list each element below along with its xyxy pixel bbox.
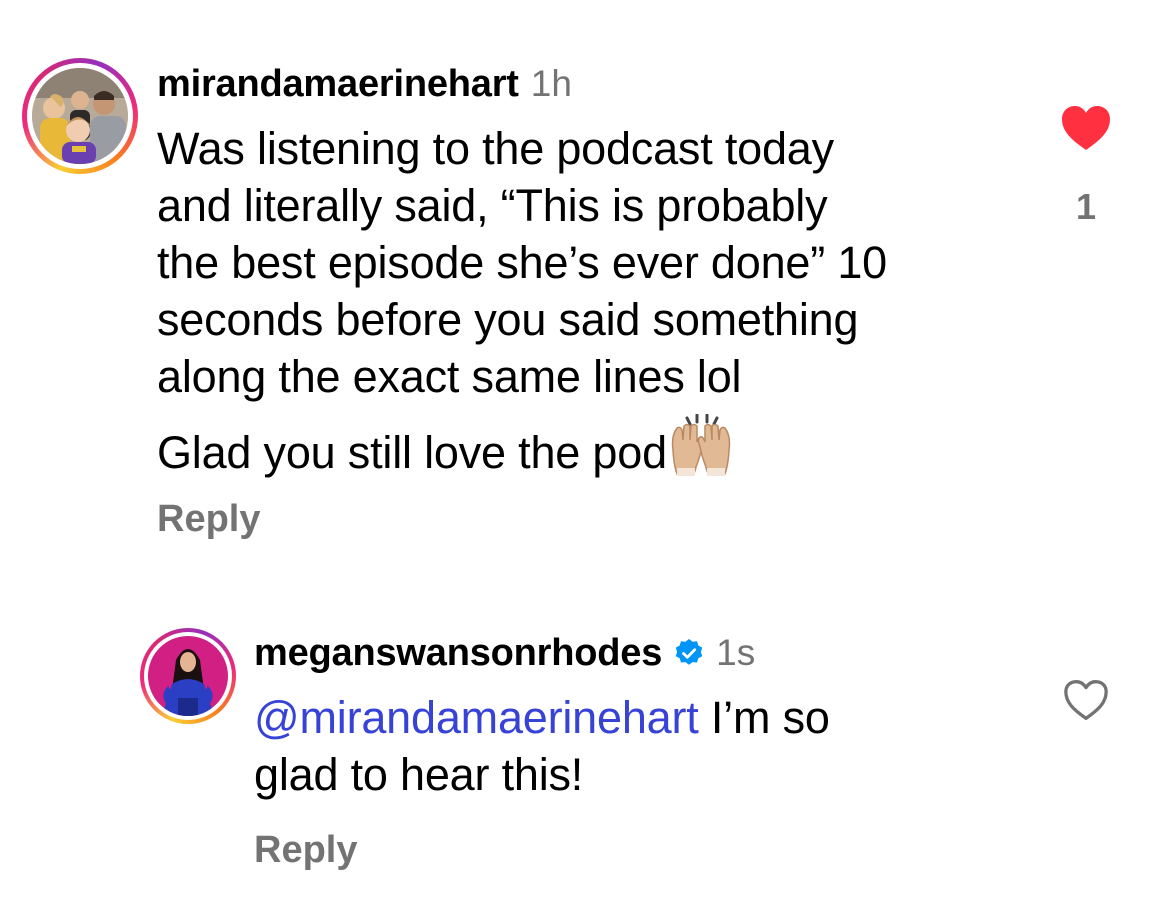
comment-header: mirandamaerinehart 1h	[157, 62, 572, 106]
reply-comment-meganswansonrhodes: meganswansonrhodes 1s @mirandamaerinehar…	[0, 600, 1170, 913]
comment-line: along the exact same lines lol	[157, 351, 742, 402]
like-button[interactable]	[1060, 104, 1112, 152]
comment-line-text: I’m so	[698, 692, 830, 743]
heart-outline-icon	[1064, 680, 1108, 720]
mention-link[interactable]: @mirandamaerinehart	[254, 692, 699, 743]
username[interactable]: mirandamaerinehart	[157, 63, 519, 106]
comment-line: @mirandamaerinehart I’m so	[254, 689, 830, 746]
verified-badge-icon	[675, 639, 703, 665]
comment-line: seconds before you said something	[157, 294, 859, 345]
comment-line: Was listening to the podcast today	[157, 123, 834, 174]
avatar[interactable]	[140, 628, 236, 724]
comment-text: @mirandamaerinehart I’m so glad to hear …	[254, 689, 830, 803]
reply-button[interactable]: Reply	[254, 829, 357, 872]
comment-line: and literally said, “This is probably	[157, 180, 828, 231]
heart-filled-icon	[1062, 106, 1110, 150]
like-button[interactable]	[1062, 678, 1110, 722]
comment-line: glad to hear this!	[254, 749, 584, 800]
timestamp: 1h	[530, 63, 572, 104]
reply-button[interactable]: Reply	[157, 498, 260, 541]
like-count: 1	[1075, 186, 1097, 227]
comment-mirandamaerinehart: mirandamaerinehart 1h Was listening to t…	[0, 0, 1170, 560]
comment-line-last: Glad you still love the pod	[157, 414, 887, 481]
comment-header: meganswansonrhodes 1s	[254, 631, 755, 675]
avatar-photo	[148, 636, 228, 716]
avatar[interactable]	[22, 58, 138, 174]
timestamp: 1s	[716, 632, 756, 673]
avatar-photo	[32, 68, 128, 164]
comment-line-text: Glad you still love the pod	[157, 427, 667, 478]
comment-text: Was listening to the podcast today and l…	[157, 120, 887, 481]
raised-hands-icon	[671, 414, 731, 476]
username[interactable]: meganswansonrhodes	[254, 632, 662, 675]
comment-line: the best episode she’s ever done” 10	[157, 237, 887, 288]
